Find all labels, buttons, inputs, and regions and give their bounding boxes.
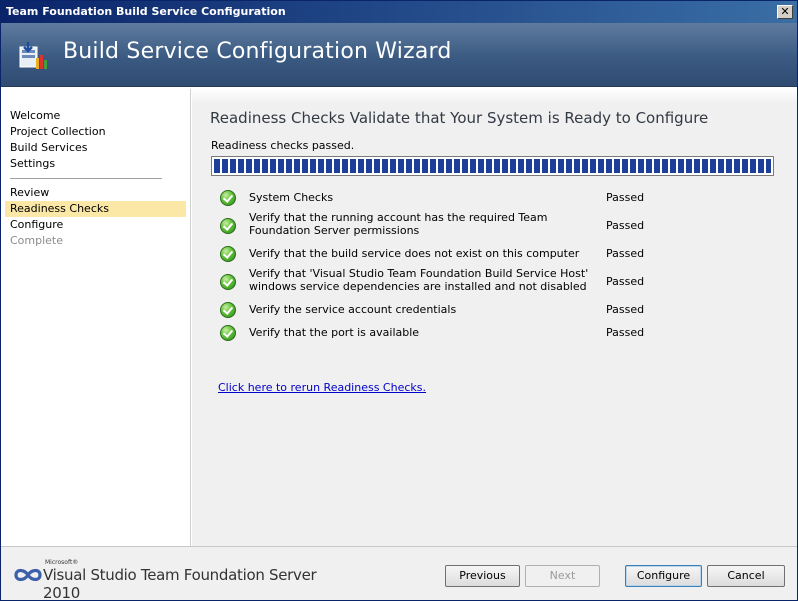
logo-microsoft-text: Microsoft®: [45, 559, 79, 566]
check-label: Verify that the running account has the …: [249, 211, 548, 237]
progress-fill: [214, 159, 771, 173]
window-title: Team Foundation Build Service Configurat…: [6, 5, 286, 18]
cancel-button[interactable]: Cancel: [707, 565, 785, 587]
check-passed-icon: [220, 274, 236, 290]
check-label: System Checks: [249, 191, 334, 204]
configure-button[interactable]: Configure: [625, 565, 702, 587]
next-button: Next: [525, 565, 600, 587]
check-label: Verify the service account credentials: [249, 303, 457, 316]
check-passed-icon: [220, 325, 236, 341]
check-result: Passed: [606, 303, 645, 316]
main-content: Readiness Checks Validate that Your Syst…: [192, 89, 797, 546]
wizard-steps-sidebar: Welcome Project Collection Build Service…: [1, 89, 191, 546]
check-result: Passed: [606, 275, 645, 288]
sidebar-item-project-collection[interactable]: Project Collection: [1, 124, 186, 140]
sidebar-item-welcome[interactable]: Welcome: [1, 108, 186, 124]
progress-bar: [211, 156, 774, 176]
check-label: Verify that 'Visual Studio Team Foundati…: [249, 267, 589, 293]
close-button[interactable]: ✕: [777, 5, 793, 19]
list-item: System Checks Passed: [220, 190, 780, 206]
check-label: Verify that the port is available: [249, 326, 420, 339]
check-passed-icon: [220, 190, 236, 206]
check-result: Passed: [606, 247, 645, 260]
sidebar-item-readiness-checks[interactable]: Readiness Checks: [5, 201, 186, 217]
list-item: Verify that the port is available Passed: [220, 325, 780, 341]
sidebar-item-review[interactable]: Review: [1, 185, 186, 201]
rerun-readiness-checks-link[interactable]: Click here to rerun Readiness Checks.: [218, 381, 426, 394]
sidebar-divider: [10, 178, 162, 179]
sidebar-item-complete: Complete: [10, 234, 64, 247]
check-passed-icon: [220, 302, 236, 318]
sidebar-item-configure[interactable]: Configure: [1, 217, 186, 233]
title-bar: Team Foundation Build Service Configurat…: [1, 1, 797, 23]
check-passed-icon: [220, 218, 236, 234]
logo-product-text: Visual Studio Team Foundation Server 201…: [43, 566, 317, 601]
wizard-banner: Build Service Configuration Wizard: [1, 23, 797, 87]
wizard-icon: [19, 42, 47, 69]
list-item: Verify that the running account has the …: [220, 211, 780, 237]
check-passed-icon: [220, 246, 236, 262]
sidebar-item-settings[interactable]: Settings: [1, 156, 186, 172]
list-item: Verify that the build service does not e…: [220, 246, 780, 262]
wizard-window: Team Foundation Build Service Configurat…: [0, 0, 798, 601]
close-icon: ✕: [780, 5, 790, 18]
check-result: Passed: [606, 326, 645, 339]
sidebar-item-build-services[interactable]: Build Services: [1, 140, 186, 156]
wizard-footer: Microsoft® Visual Studio Team Foundation…: [1, 546, 797, 600]
status-text: Readiness checks passed.: [211, 139, 355, 152]
check-label: Verify that the build service does not e…: [249, 247, 580, 260]
page-title: Readiness Checks Validate that Your Syst…: [210, 109, 709, 127]
list-item: Verify the service account credentials P…: [220, 302, 780, 318]
check-result: Passed: [606, 219, 645, 232]
infinity-logo-icon: [14, 568, 42, 582]
check-result: Passed: [606, 191, 645, 204]
previous-button[interactable]: Previous: [445, 565, 520, 587]
wizard-title: Build Service Configuration Wizard: [63, 39, 452, 64]
list-item: Verify that 'Visual Studio Team Foundati…: [220, 267, 780, 293]
product-logo: Microsoft® Visual Studio Team Foundation…: [13, 559, 343, 600]
